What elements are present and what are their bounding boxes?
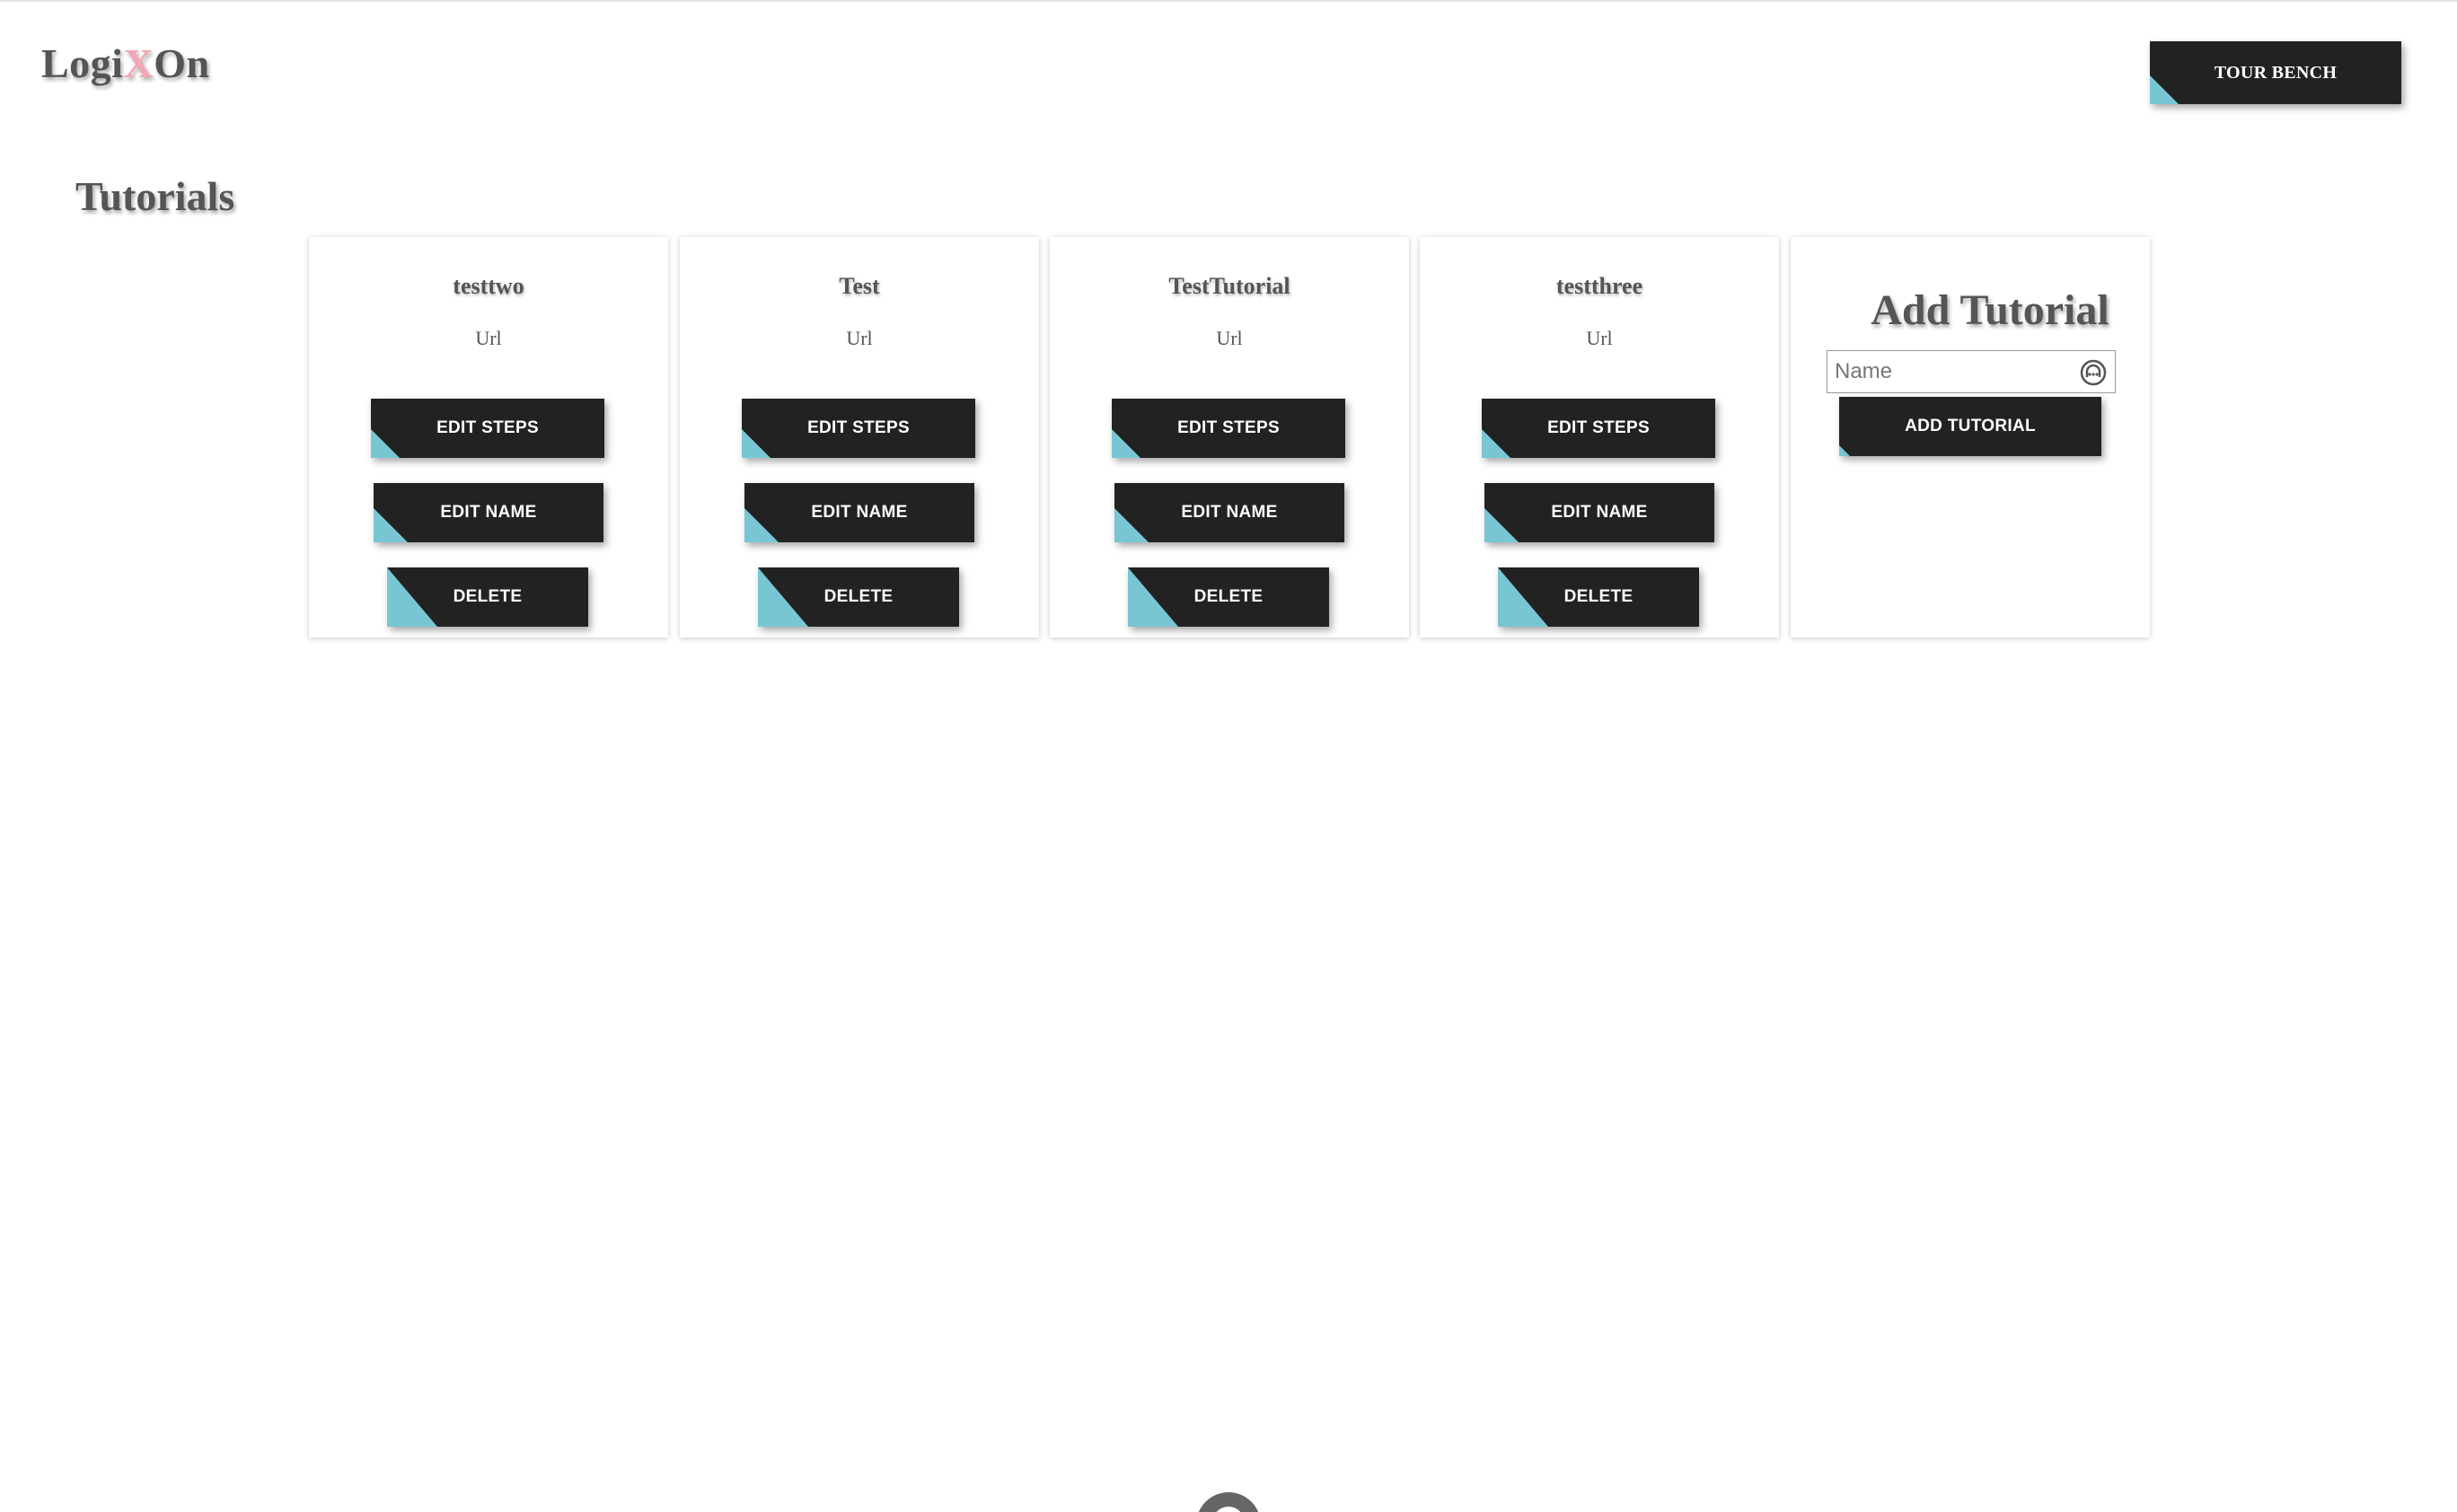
edit-name-button[interactable]: EDIT NAME xyxy=(744,483,974,542)
button-corner-accent xyxy=(1839,445,1850,456)
delete-button[interactable]: DELETE xyxy=(1498,567,1699,627)
tour-bench-button[interactable]: TOUR BENCH xyxy=(2150,41,2401,104)
add-tutorial-title: Add Tutorial xyxy=(1871,286,2109,334)
delete-button[interactable]: DELETE xyxy=(758,567,959,627)
edit-name-label: EDIT NAME xyxy=(440,503,537,522)
tutorial-url: Url xyxy=(1216,327,1243,349)
button-corner-accent xyxy=(1482,429,1510,458)
add-tutorial-card: Add Tutorial ADD TUTORIAL xyxy=(1791,237,2150,637)
logo-text-pre: Logi xyxy=(41,40,124,86)
tutorial-url: Url xyxy=(475,327,502,349)
edit-steps-button[interactable]: EDIT STEPS xyxy=(1482,399,1715,458)
edit-name-button[interactable]: EDIT NAME xyxy=(1484,483,1714,542)
tutorial-name: TestTutorial xyxy=(1168,273,1290,299)
edit-steps-label: EDIT STEPS xyxy=(807,418,910,437)
button-corner-accent xyxy=(2150,75,2179,104)
tutorial-name: testtwo xyxy=(453,273,524,299)
button-corner-accent xyxy=(742,429,771,458)
edit-name-label: EDIT NAME xyxy=(811,503,908,522)
delete-button[interactable]: DELETE xyxy=(1128,567,1329,627)
button-corner-accent xyxy=(1128,567,1178,627)
tutorial-card: Test Url EDIT STEPS EDIT NAME DELETE xyxy=(680,237,1039,637)
edit-steps-button[interactable]: EDIT STEPS xyxy=(1112,399,1345,458)
add-tutorial-label: ADD TUTORIAL xyxy=(1905,417,2036,435)
tutorial-card: testthree Url EDIT STEPS EDIT NAME DELET… xyxy=(1420,237,1779,637)
tutorial-card: TestTutorial Url EDIT STEPS EDIT NAME DE… xyxy=(1050,237,1409,637)
edit-steps-label: EDIT STEPS xyxy=(1177,418,1280,437)
tutorial-name-input[interactable] xyxy=(1827,351,2070,391)
tour-bench-label: TOUR BENCH xyxy=(2214,62,2338,83)
logo[interactable]: LogiXOn xyxy=(41,40,210,87)
button-corner-accent xyxy=(1114,508,1149,542)
delete-label: DELETE xyxy=(453,587,523,606)
button-corner-accent xyxy=(1498,567,1548,627)
logo-text-x: X xyxy=(123,40,154,86)
edit-name-label: EDIT NAME xyxy=(1181,503,1278,522)
button-corner-accent xyxy=(374,508,408,542)
delete-label: DELETE xyxy=(1563,587,1634,606)
tutorial-name: testthree xyxy=(1555,273,1643,299)
edit-steps-button[interactable]: EDIT STEPS xyxy=(742,399,975,458)
button-corner-accent xyxy=(387,567,437,627)
button-corner-accent xyxy=(1112,429,1140,458)
tutorial-url: Url xyxy=(1586,327,1613,349)
button-corner-accent xyxy=(758,567,808,627)
help-circle-icon[interactable] xyxy=(1196,1492,1261,1512)
logo-text-post: On xyxy=(154,40,210,86)
page-title: Tutorials xyxy=(75,173,235,219)
tutorial-card: testtwo Url EDIT STEPS EDIT NAME DELETE xyxy=(309,237,668,637)
delete-button[interactable]: DELETE xyxy=(387,567,588,627)
top-border xyxy=(0,0,2457,2)
tutorial-name-field[interactable] xyxy=(1827,350,2116,393)
edit-name-label: EDIT NAME xyxy=(1551,503,1648,522)
password-manager-icon[interactable] xyxy=(2079,358,2108,387)
edit-steps-button[interactable]: EDIT STEPS xyxy=(371,399,604,458)
button-corner-accent xyxy=(371,429,400,458)
delete-label: DELETE xyxy=(823,587,894,606)
add-tutorial-button[interactable]: ADD TUTORIAL xyxy=(1839,397,2101,456)
tutorial-url: Url xyxy=(846,327,873,349)
edit-steps-label: EDIT STEPS xyxy=(436,418,539,437)
tutorial-name: Test xyxy=(839,273,880,299)
button-corner-accent xyxy=(1484,508,1519,542)
edit-name-button[interactable]: EDIT NAME xyxy=(374,483,603,542)
edit-steps-label: EDIT STEPS xyxy=(1547,418,1650,437)
button-corner-accent xyxy=(744,508,779,542)
delete-label: DELETE xyxy=(1193,587,1264,606)
edit-name-button[interactable]: EDIT NAME xyxy=(1114,483,1344,542)
